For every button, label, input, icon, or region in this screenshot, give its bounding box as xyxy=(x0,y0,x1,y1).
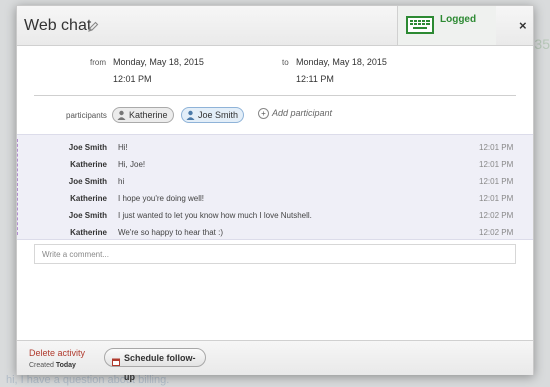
participants-label: participants xyxy=(66,111,107,120)
to-time[interactable]: 12:11 PM xyxy=(296,74,334,84)
comment-input[interactable]: Write a comment... xyxy=(34,244,516,264)
section-divider xyxy=(34,95,516,96)
from-time[interactable]: 12:01 PM xyxy=(113,74,152,84)
participant-name: Joe Smith xyxy=(198,110,239,120)
message-row: Katherine I hope you're doing well! 12:0… xyxy=(17,190,533,207)
plus-icon: + xyxy=(258,108,269,119)
message-time: 12:02 PM xyxy=(479,228,514,237)
participant-chip-joe-smith[interactable]: Joe Smith xyxy=(181,107,245,123)
schedule-follow-up-button[interactable]: Schedule follow-up xyxy=(104,348,206,382)
message-sender: Katherine xyxy=(70,194,107,203)
message-sender: Joe Smith xyxy=(68,177,107,186)
add-participant-label: Add participant xyxy=(272,108,333,118)
from-date[interactable]: Monday, May 18, 2015 xyxy=(113,57,204,67)
participant-chip-katherine[interactable]: Katherine xyxy=(112,107,174,123)
message-row: Joe Smith I just wanted to let you know … xyxy=(17,207,533,224)
calendar-icon xyxy=(112,354,120,366)
message-text: Hi! xyxy=(118,143,128,152)
edit-pencil-icon[interactable] xyxy=(87,20,99,32)
message-row: Katherine We're so happy to hear that :)… xyxy=(17,224,533,241)
message-sender: Joe Smith xyxy=(68,211,107,220)
logged-label: Logged xyxy=(440,14,477,25)
message-sender: Joe Smith xyxy=(68,143,107,152)
background-number: 35 xyxy=(534,36,550,52)
logged-status[interactable]: Logged xyxy=(397,6,496,45)
to-date[interactable]: Monday, May 18, 2015 xyxy=(296,57,387,67)
participant-name: Katherine xyxy=(129,110,168,120)
message-text: I just wanted to let you know how much I… xyxy=(118,211,312,220)
message-sender: Katherine xyxy=(70,160,107,169)
message-time: 12:01 PM xyxy=(479,194,514,203)
message-row: Joe Smith hi 12:01 PM xyxy=(17,173,533,190)
to-label: to xyxy=(282,58,289,67)
from-label: from xyxy=(90,58,106,67)
keyboard-icon xyxy=(406,16,434,34)
message-text: We're so happy to hear that :) xyxy=(118,228,223,237)
message-time: 12:01 PM xyxy=(479,143,514,152)
web-chat-modal: Web chat Logged × from Monday, May 18, 2… xyxy=(16,5,534,382)
person-icon xyxy=(186,110,195,120)
message-time: 12:01 PM xyxy=(479,177,514,186)
add-participant-link[interactable]: + Add participant xyxy=(258,108,332,119)
close-icon[interactable]: × xyxy=(519,18,527,33)
message-text: hi xyxy=(118,177,125,186)
created-value: Today xyxy=(55,362,76,369)
modal-header: Web chat Logged × xyxy=(17,6,533,46)
message-row: Joe Smith Hi! 12:01 PM xyxy=(17,139,533,156)
message-row: Katherine Hi, Joe! 12:01 PM xyxy=(17,156,533,173)
message-list: Joe Smith Hi! 12:01 PM Katherine Hi, Joe… xyxy=(17,134,533,240)
message-text: Hi, Joe! xyxy=(118,160,146,169)
delete-activity-link[interactable]: Delete activity xyxy=(29,348,85,358)
message-time: 12:02 PM xyxy=(479,211,514,220)
background-snippet: hi, I have a question about billing. xyxy=(6,374,170,386)
message-sender: Katherine xyxy=(70,228,107,237)
message-time: 12:01 PM xyxy=(479,160,514,169)
person-icon xyxy=(117,110,126,120)
modal-title: Web chat xyxy=(24,17,92,34)
created-prefix: Created xyxy=(29,362,54,369)
message-text: I hope you're doing well! xyxy=(118,194,205,203)
modal-footer: Delete activity Created Today Schedule f… xyxy=(17,340,533,382)
created-info: Created Today xyxy=(29,362,76,369)
